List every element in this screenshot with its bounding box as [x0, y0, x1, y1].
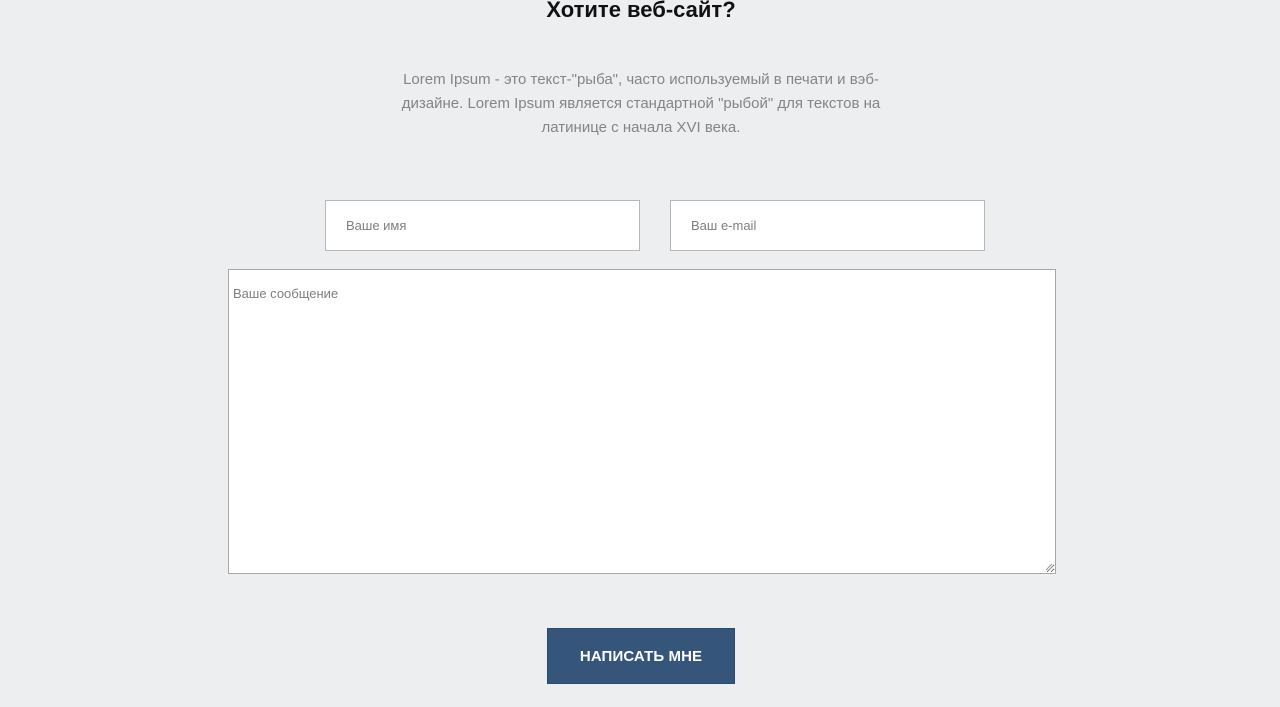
contact-section: Хотите веб-сайт? Lorem Ipsum - это текст…	[0, 0, 1280, 707]
name-input[interactable]	[325, 200, 640, 251]
page-title: Хотите веб-сайт?	[546, 0, 736, 22]
email-input[interactable]	[670, 200, 985, 251]
message-textarea[interactable]	[228, 269, 1056, 574]
contact-description: Lorem Ipsum - это текст-"рыба", часто ис…	[401, 71, 881, 136]
submit-button[interactable]: НАПИСАТЬ МНЕ	[547, 628, 735, 684]
